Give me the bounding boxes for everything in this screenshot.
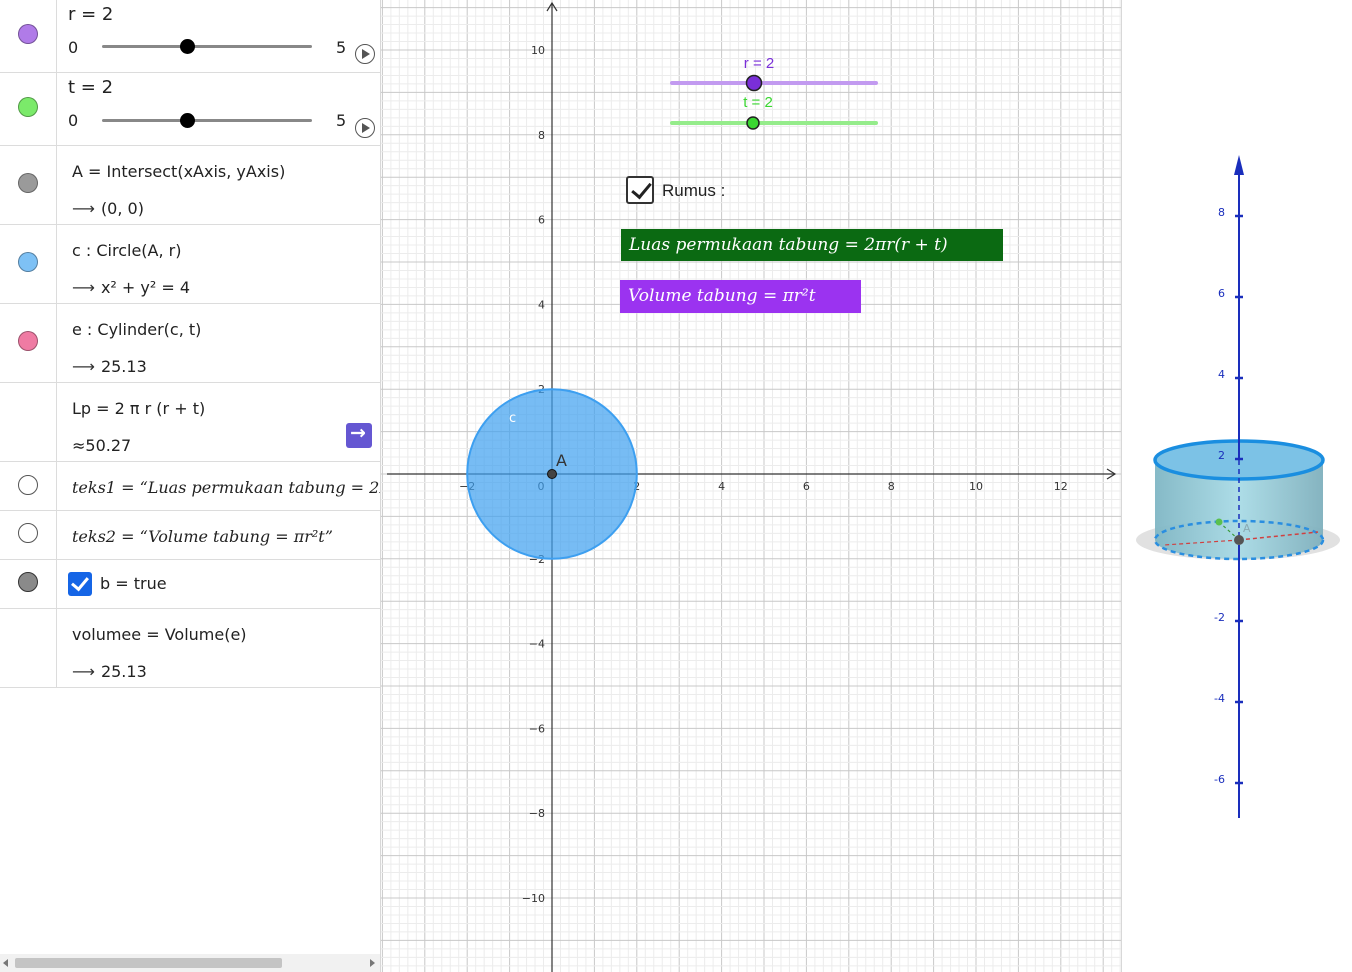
z-tick-label: 2 <box>1218 449 1225 462</box>
algebra-row-t[interactable]: t = 2 0 5 <box>0 73 380 146</box>
visibility-toggle-teks1[interactable] <box>18 475 38 495</box>
x-tick-label: 6 <box>803 480 810 493</box>
luas-formula-text[interactable]: Luas permukaan tabung = 2πr(r + t) <box>621 229 1003 261</box>
circle-c-label: c <box>509 411 516 426</box>
visibility-toggle-e[interactable] <box>18 331 38 351</box>
result-A: ⟶ (0, 0) <box>72 199 144 218</box>
slider-t-knob[interactable] <box>180 113 195 128</box>
output-arrow-icon: ⟶ <box>72 278 95 297</box>
algebra-row-A[interactable]: A = Intersect(xAxis, yAxis) ⟶ (0, 0) <box>0 146 380 225</box>
result-e: ⟶ 25.13 <box>72 357 147 376</box>
z-tick-label: 8 <box>1218 206 1225 219</box>
slider-t-track[interactable] <box>102 119 312 122</box>
x-tick-label: 8 <box>888 480 895 493</box>
slider-r-label: r = 2 <box>68 4 114 25</box>
graphics-slider-r-label: r = 2 <box>744 55 774 72</box>
output-arrow-icon: ⟶ <box>72 357 95 376</box>
scrollbar-thumb[interactable] <box>15 958 282 968</box>
algebra-row-teks1[interactable]: teks1 = “Luas permukaan tabung = 2π <box>0 462 381 511</box>
row-gutter <box>0 383 57 461</box>
visibility-toggle-t[interactable] <box>18 97 38 117</box>
slider-r-min: 0 <box>68 38 79 57</box>
definition-c: c : Circle(A, r) <box>72 241 182 260</box>
algebra-view: r = 2 0 5 t = 2 0 5 A = Intersect(xAxis,… <box>0 0 381 972</box>
result-Lp: ≈50.27 <box>72 436 132 455</box>
rumus-checkbox-label: Rumus : <box>662 181 726 200</box>
graphics-slider-t-label: t = 2 <box>743 94 773 111</box>
algebra-row-volumee[interactable]: volumee = Volume(e) ⟶ 25.13 <box>0 609 380 688</box>
definition-Lp: Lp = 2 π r (r + t) <box>72 399 206 418</box>
volume-formula-text[interactable]: Volume tabung = πr²t <box>620 280 861 313</box>
result-c: ⟶ x² + y² = 4 <box>72 278 190 297</box>
slider-t-min: 0 <box>68 111 79 130</box>
algebra-row-e[interactable]: e : Cylinder(c, t) ⟶ 25.13 <box>0 304 380 383</box>
visibility-toggle-c[interactable] <box>18 252 38 272</box>
y-tick-label: 4 <box>538 298 545 311</box>
result-volumee-value: 25.13 <box>100 662 147 681</box>
graphics-2d-view[interactable]: −2 0 2 4 6 8 10 12 10 8 6 4 2 −2 −4 −6 −… <box>381 0 1121 972</box>
definition-e: e : Cylinder(c, t) <box>72 320 202 339</box>
x-tick-label: 12 <box>1054 480 1068 493</box>
definition-teks1: teks1 = “Luas permukaan tabung = 2π <box>72 478 381 497</box>
algebra-row-b[interactable]: b = true <box>0 560 380 609</box>
z-tick-label: -6 <box>1214 773 1225 786</box>
output-arrow-icon: ⟶ <box>72 662 95 681</box>
y-tick-label: −8 <box>529 807 545 820</box>
z-tick-label: 4 <box>1218 368 1225 381</box>
horizontal-scrollbar[interactable] <box>0 954 380 972</box>
y-axis-marker <box>1215 518 1223 526</box>
convert-output-icon[interactable] <box>346 422 372 448</box>
result-A-value: (0, 0) <box>100 199 144 218</box>
visibility-toggle-r[interactable] <box>18 24 38 44</box>
z-tick-label: -4 <box>1214 692 1225 705</box>
rumus-checkbox[interactable] <box>626 176 654 204</box>
algebra-row-r[interactable]: r = 2 0 5 <box>0 0 380 73</box>
point-A[interactable] <box>547 469 557 479</box>
y-tick-label: −6 <box>529 722 545 735</box>
slider-r-knob[interactable] <box>180 39 195 54</box>
slider-r-track[interactable] <box>102 45 312 48</box>
boolean-b-checkbox[interactable] <box>68 572 92 596</box>
result-volumee: ⟶ 25.13 <box>72 662 147 681</box>
point-A-label: A <box>556 451 567 470</box>
point-A-3d[interactable] <box>1234 535 1244 545</box>
y-tick-label: 6 <box>538 214 545 227</box>
play-animation-r-icon[interactable] <box>355 44 375 64</box>
x-tick-label: 4 <box>718 480 725 493</box>
definition-volumee: volumee = Volume(e) <box>72 625 247 644</box>
point-A-3d-label: A <box>1243 522 1251 535</box>
output-arrow-icon: ⟶ <box>72 199 95 218</box>
definition-teks2: teks2 = “Volume tabung = πr²t” <box>72 527 333 546</box>
row-gutter <box>0 609 57 687</box>
slider-t-max: 5 <box>336 111 347 130</box>
z-tick-label: 6 <box>1218 287 1225 300</box>
slider-r-max: 5 <box>336 38 347 57</box>
y-tick-label: 8 <box>538 129 545 142</box>
visibility-toggle-teks2[interactable] <box>18 523 38 543</box>
result-e-value: 25.13 <box>100 357 147 376</box>
graphics-3d-view[interactable]: A 8 6 4 2 -2 -4 -6 <box>1121 0 1352 972</box>
z-axis-arrow-icon <box>1234 155 1244 175</box>
x-tick-label: 10 <box>969 480 983 493</box>
visibility-toggle-b[interactable] <box>18 572 38 592</box>
slider-t-label: t = 2 <box>68 77 114 98</box>
algebra-row-teks2[interactable]: teks2 = “Volume tabung = πr²t” <box>0 511 380 560</box>
definition-b: b = true <box>100 574 167 593</box>
graphics-slider-r-knob[interactable] <box>745 74 763 92</box>
scroll-right-icon[interactable] <box>370 959 375 967</box>
result-c-value: x² + y² = 4 <box>100 278 191 297</box>
y-tick-label: −10 <box>522 892 545 905</box>
scroll-left-icon[interactable] <box>3 959 8 967</box>
graphics-slider-t-knob[interactable] <box>746 116 760 130</box>
play-animation-t-icon[interactable] <box>355 118 375 138</box>
visibility-toggle-A[interactable] <box>18 173 38 193</box>
z-tick-label: -2 <box>1214 611 1225 624</box>
definition-A: A = Intersect(xAxis, yAxis) <box>72 162 286 181</box>
algebra-row-c[interactable]: c : Circle(A, r) ⟶ x² + y² = 4 <box>0 225 380 304</box>
algebra-row-Lp[interactable]: Lp = 2 π r (r + t) ≈50.27 <box>0 383 380 462</box>
y-tick-label: −4 <box>529 638 545 651</box>
y-tick-label: 10 <box>531 44 545 57</box>
